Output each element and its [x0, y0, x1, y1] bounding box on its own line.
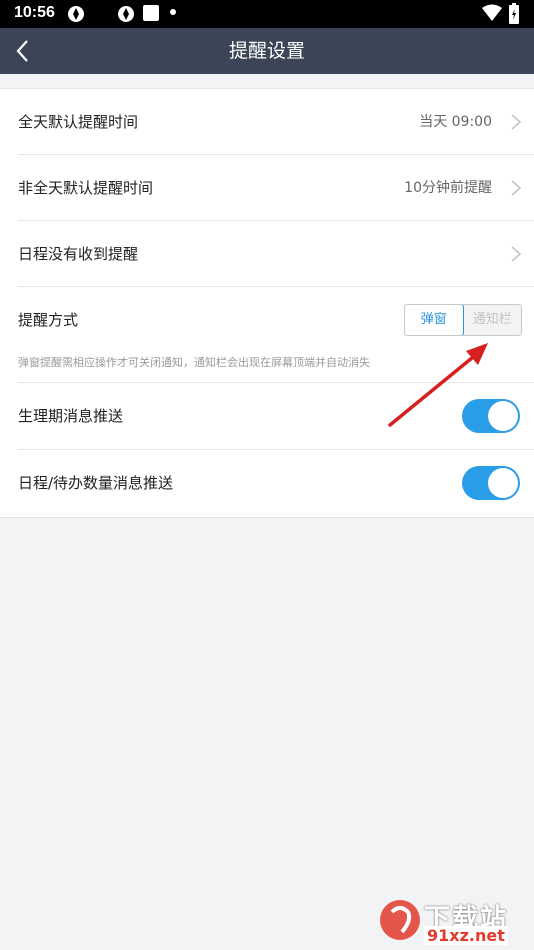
- setting-value: 当天 09:00: [419, 114, 492, 130]
- setting-label: 日程没有收到提醒: [18, 245, 139, 263]
- wifi-icon: [482, 4, 502, 21]
- dot-icon: [170, 9, 176, 15]
- setting-label: 日程/待办数量消息推送: [18, 474, 174, 492]
- chevron-right-icon: [511, 246, 522, 262]
- setting-value: 10分钟前提醒: [404, 180, 492, 196]
- setting-label: 提醒方式: [18, 311, 79, 329]
- app-notification-icon-2: [118, 6, 134, 22]
- setting-period-push: 生理期消息推送: [18, 383, 534, 450]
- battery-icon: [509, 3, 519, 24]
- method-hint-text: 弹窗提醒需相应操作才可关闭通知，通知栏会出现在屏幕顶端并自动消失: [18, 356, 370, 369]
- settings-list: 全天默认提醒时间 当天 09:00 非全天默认提醒时间 10分钟前提醒 日程没有…: [0, 88, 534, 518]
- period-push-toggle[interactable]: [462, 399, 520, 433]
- method-option-notification-bar[interactable]: 通知栏: [463, 305, 521, 335]
- reminder-method-segmented-control[interactable]: 弹窗 通知栏: [404, 304, 522, 336]
- setting-label: 全天默认提醒时间: [18, 113, 139, 131]
- toggle-knob: [488, 468, 518, 498]
- site-watermark: 下载站 91xz.net: [378, 896, 528, 946]
- chevron-right-icon: [511, 114, 522, 130]
- setting-reminder-method: 提醒方式 弹窗 通知栏 弹窗提醒需相应操作才可关闭通知，通知栏会出现在屏幕顶端并…: [18, 287, 534, 383]
- todo-push-toggle[interactable]: [462, 466, 520, 500]
- app-notification-icon: [68, 6, 84, 22]
- setting-label: 非全天默认提醒时间: [18, 179, 154, 197]
- setting-all-day-reminder-time[interactable]: 全天默认提醒时间 当天 09:00: [18, 89, 534, 155]
- status-time: 10:56: [14, 4, 55, 21]
- watermark-logo-icon: [380, 900, 420, 940]
- watermark-url: 91xz.net: [424, 926, 508, 945]
- page-title: 提醒设置: [228, 40, 305, 62]
- navigation-bar: 提醒设置: [0, 28, 534, 74]
- image-notification-icon: [143, 5, 159, 21]
- setting-todo-count-push: 日程/待办数量消息推送: [18, 450, 534, 517]
- setting-label: 生理期消息推送: [18, 407, 124, 425]
- setting-not-all-day-reminder-time[interactable]: 非全天默认提醒时间 10分钟前提醒: [18, 155, 534, 221]
- chevron-right-icon: [511, 180, 522, 196]
- setting-no-reminder-received[interactable]: 日程没有收到提醒: [18, 221, 534, 287]
- toggle-knob: [488, 401, 518, 431]
- method-option-popup[interactable]: 弹窗: [405, 305, 464, 335]
- status-bar: 10:56: [0, 0, 534, 28]
